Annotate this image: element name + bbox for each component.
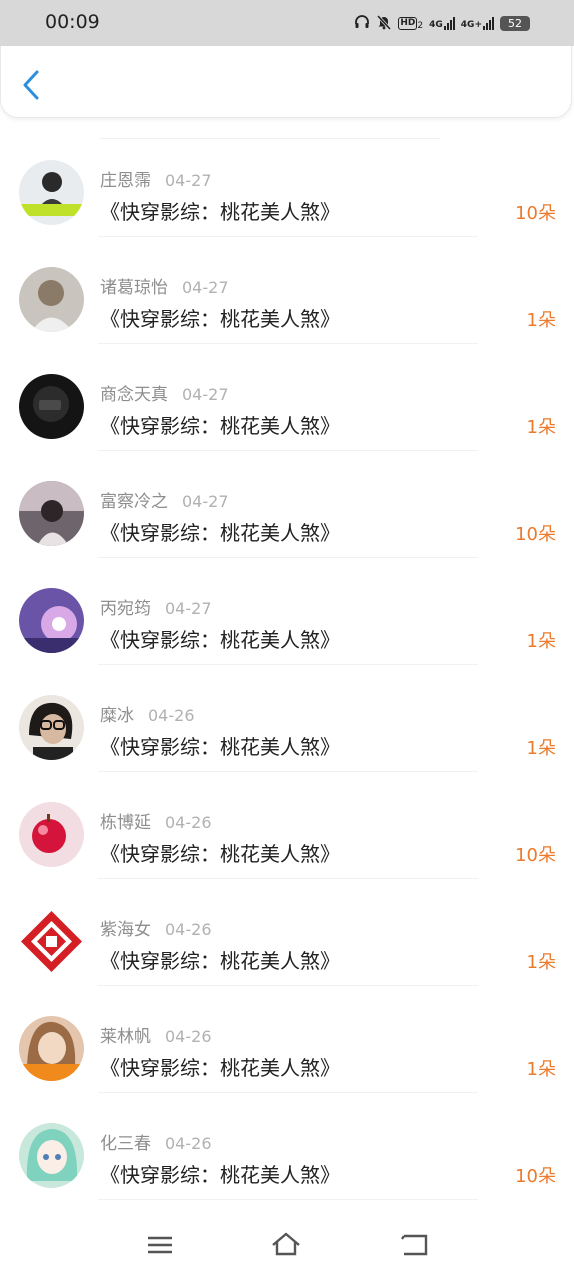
date: 04-26 — [165, 1134, 212, 1153]
headphones-icon — [354, 14, 370, 33]
back-icon — [401, 1234, 428, 1256]
chevron-left-icon — [23, 70, 39, 100]
avatar — [19, 374, 84, 439]
amount: 10朵 — [515, 203, 556, 224]
user-name: 栋博延 — [100, 813, 151, 833]
status-time: 00:09 — [45, 11, 100, 33]
list-item[interactable]: 栋博延 04-26 《快穿影综：桃花美人煞》 10朵 — [0, 772, 574, 879]
date: 04-27 — [182, 278, 229, 297]
back-nav-button[interactable] — [398, 1230, 430, 1260]
divider — [98, 1199, 478, 1200]
list-item[interactable]: 化三春 04-26 《快穿影综：桃花美人煞》 10朵 — [0, 1093, 574, 1200]
book-title: 《快穿影综：桃花美人煞》 — [100, 842, 340, 866]
book-title: 《快穿影综：桃花美人煞》 — [100, 307, 340, 331]
date: 04-27 — [182, 492, 229, 511]
amount: 10朵 — [515, 845, 556, 866]
avatar — [19, 267, 84, 332]
hd-icon: HD 2 — [398, 16, 424, 32]
book-title: 《快穿影综：桃花美人煞》 — [100, 414, 340, 438]
user-name: 商念天真 — [100, 385, 168, 405]
avatar — [19, 1016, 84, 1081]
list-item[interactable]: 庄恩霈 04-27 《快穿影综：桃花美人煞》 10朵 — [0, 130, 574, 237]
user-name: 富察冷之 — [100, 492, 168, 512]
avatar — [19, 588, 84, 653]
home-icon — [272, 1232, 300, 1256]
amount: 10朵 — [515, 1166, 556, 1187]
list-item[interactable]: 诸葛琼怡 04-27 《快穿影综：桃花美人煞》 1朵 — [0, 237, 574, 344]
amount: 1朵 — [526, 738, 556, 759]
avatar — [19, 909, 84, 974]
user-name: 糜冰 — [100, 706, 134, 726]
user-name: 紫海女 — [100, 920, 151, 940]
list-item[interactable]: 丙宛筠 04-27 《快穿影综：桃花美人煞》 1朵 — [0, 558, 574, 665]
date: 04-27 — [165, 171, 212, 190]
signal-4g-icon: 4G — [429, 16, 455, 30]
user-name: 化三春 — [100, 1134, 151, 1154]
list-item[interactable]: 糜冰 04-26 《快穿影综：桃花美人煞》 1朵 — [0, 665, 574, 772]
avatar — [19, 160, 84, 225]
menu-button[interactable] — [144, 1230, 176, 1260]
amount: 1朵 — [526, 310, 556, 331]
avatar — [19, 481, 84, 546]
user-name: 诸葛琼怡 — [100, 278, 168, 298]
book-title: 《快穿影综：桃花美人煞》 — [100, 628, 340, 652]
signal-4g-plus-icon: 4G+ — [461, 16, 494, 30]
amount: 1朵 — [526, 417, 556, 438]
book-title: 《快穿影综：桃花美人煞》 — [100, 521, 340, 545]
home-button[interactable] — [270, 1230, 302, 1260]
list-item[interactable]: 富察冷之 04-27 《快穿影综：桃花美人煞》 10朵 — [0, 451, 574, 558]
date: 04-26 — [148, 706, 195, 725]
date: 04-26 — [165, 813, 212, 832]
system-nav-bar — [0, 1212, 574, 1280]
avatar — [19, 1123, 84, 1188]
header-bar — [0, 46, 572, 118]
avatar — [19, 695, 84, 760]
book-title: 《快穿影综：桃花美人煞》 — [100, 200, 340, 224]
date: 04-26 — [165, 1027, 212, 1046]
back-button[interactable] — [19, 68, 47, 102]
book-title: 《快穿影综：桃花美人煞》 — [100, 949, 340, 973]
amount: 10朵 — [515, 524, 556, 545]
date: 04-26 — [165, 920, 212, 939]
amount: 1朵 — [526, 1059, 556, 1080]
book-title: 《快穿影综：桃花美人煞》 — [100, 1163, 340, 1187]
date: 04-27 — [182, 385, 229, 404]
amount: 1朵 — [526, 631, 556, 652]
book-title: 《快穿影综：桃花美人煞》 — [100, 1056, 340, 1080]
status-bar: 00:09 HD 2 4G 4G+ 52 — [0, 0, 574, 46]
list-item[interactable]: 紫海女 04-26 《快穿影综：桃花美人煞》 1朵 — [0, 879, 574, 986]
status-icons: HD 2 4G 4G+ 52 — [354, 12, 530, 34]
battery-icon: 52 — [500, 15, 530, 31]
date: 04-27 — [165, 599, 212, 618]
list-item[interactable]: 商念天真 04-27 《快穿影综：桃花美人煞》 1朵 — [0, 344, 574, 451]
user-name: 庄恩霈 — [100, 171, 151, 191]
user-name: 丙宛筠 — [100, 599, 151, 619]
list-item[interactable]: 莱林帆 04-26 《快穿影综：桃花美人煞》 1朵 — [0, 986, 574, 1093]
user-name: 莱林帆 — [100, 1027, 151, 1047]
menu-icon — [148, 1236, 172, 1254]
amount: 1朵 — [526, 952, 556, 973]
mute-icon — [376, 14, 392, 33]
book-title: 《快穿影综：桃花美人煞》 — [100, 735, 340, 759]
avatar — [19, 802, 84, 867]
